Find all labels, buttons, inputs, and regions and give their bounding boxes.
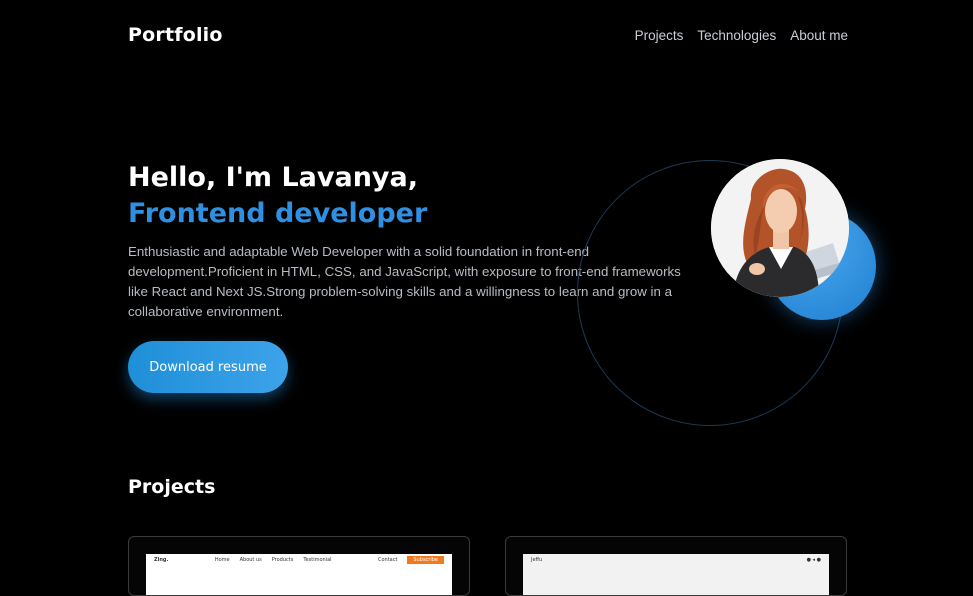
thumbnail-cta: Subscribe — [407, 556, 444, 564]
thumbnail-menu-item: Home — [214, 557, 230, 563]
nav-link-technologies[interactable]: Technologies — [697, 28, 776, 43]
nav-links: Projects Technologies About me — [635, 28, 848, 43]
thumbnail-menu-item: Testimonial — [303, 557, 332, 563]
avatar-illustration — [711, 159, 849, 297]
thumbnail-navbar: Zing. Home About us Products Testimonial… — [146, 554, 452, 566]
top-nav: Portfolio Projects Technologies About me — [128, 20, 848, 50]
project-card[interactable]: Zing. Home About us Products Testimonial… — [128, 536, 470, 596]
thumbnail-menu-item: Contact — [377, 557, 398, 563]
project-thumbnail: Jeffu ● ◂ ● — [523, 554, 829, 595]
avatar — [711, 159, 849, 297]
thumbnail-logo: Zing. — [154, 557, 169, 563]
brand-logo[interactable]: Portfolio — [128, 24, 223, 46]
download-resume-button[interactable]: Download resume — [128, 341, 288, 393]
project-card[interactable]: Jeffu ● ◂ ● — [505, 536, 847, 596]
thumbnail-navbar: Jeffu ● ◂ ● — [523, 554, 829, 566]
projects-heading: Projects — [128, 476, 216, 498]
thumbnail-icons: ● ◂ ● — [806, 557, 821, 563]
nav-link-projects[interactable]: Projects — [635, 28, 684, 43]
thumbnail-menu-item: Products — [271, 557, 294, 563]
thumbnail-logo: Jeffu — [531, 557, 543, 563]
hero-greeting: Hello, I'm Lavanya, — [128, 162, 419, 193]
thumbnail-menu-item: About us — [239, 557, 262, 563]
project-thumbnail: Zing. Home About us Products Testimonial… — [146, 554, 452, 595]
nav-link-about-me[interactable]: About me — [790, 28, 848, 43]
